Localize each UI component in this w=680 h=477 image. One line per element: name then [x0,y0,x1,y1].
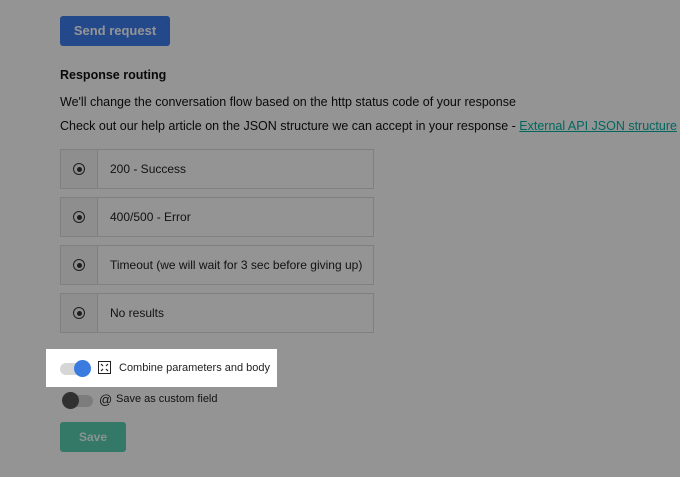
help-text: Check out our help article on the JSON s… [60,119,677,133]
combine-highlight: Combine parameters and body [46,349,277,387]
custom-field-label: Save as custom field [116,393,218,405]
option-label: 200 - Success [110,162,187,176]
radio-cell [61,198,98,236]
option-timeout[interactable]: Timeout (we will wait for 3 sec before g… [60,245,374,285]
combine-label: Combine parameters and body [119,362,271,374]
combine-toggle[interactable] [60,360,91,377]
option-label: No results [110,306,165,320]
option-label: 400/500 - Error [110,210,191,224]
toggle-knob [74,360,91,377]
custom-field-toggle[interactable] [62,392,93,409]
toggle-knob [62,392,79,409]
radio-icon[interactable] [73,259,85,271]
option-no-results[interactable]: No results [60,293,374,333]
option-error[interactable]: 400/500 - Error [60,197,374,237]
option-success[interactable]: 200 - Success [60,149,374,189]
routing-description: We'll change the conversation flow based… [60,95,516,109]
section-title: Response routing [60,68,167,82]
radio-icon[interactable] [73,307,85,319]
at-icon: @ [99,392,113,407]
radio-cell [61,246,98,284]
send-request-button[interactable]: Send request [60,16,170,46]
radio-cell [61,150,98,188]
json-structure-link[interactable]: External API JSON structure [519,119,677,133]
radio-icon[interactable] [73,211,85,223]
expand-icon [98,361,111,377]
radio-cell [61,294,98,332]
radio-icon[interactable] [73,163,85,175]
help-prefix: Check out our help article on the JSON s… [60,119,520,133]
option-label: Timeout (we will wait for 3 sec before g… [110,258,363,272]
save-button[interactable]: Save [60,422,126,452]
